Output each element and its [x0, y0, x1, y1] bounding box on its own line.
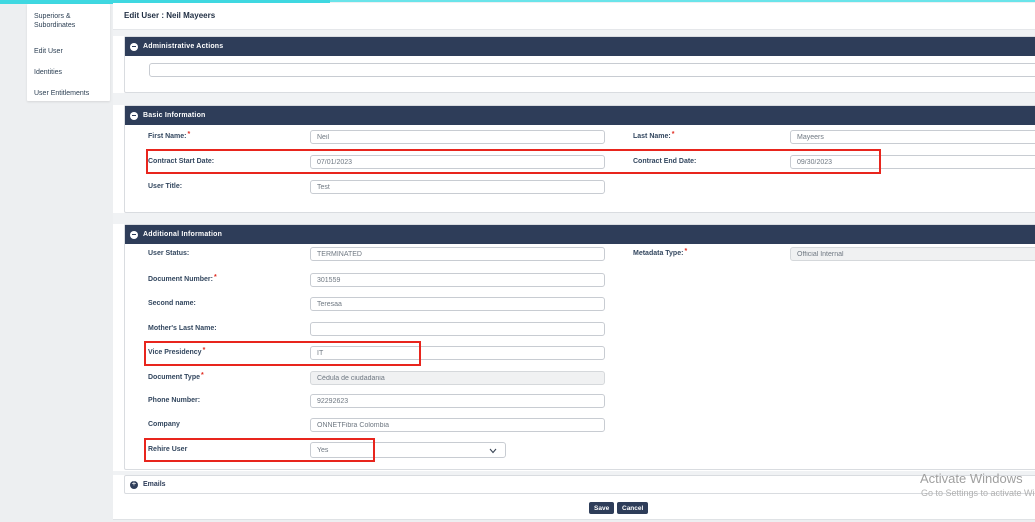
rehire-user-select[interactable]: Yes	[310, 442, 506, 458]
required-marker: *	[203, 347, 206, 354]
required-marker: *	[201, 372, 204, 379]
required-marker: *	[188, 131, 191, 138]
phone-number-label: Phone Number:	[148, 397, 200, 405]
administrative-actions-title: Administrative Actions	[143, 43, 223, 50]
sidebar-item-identities[interactable]: Identities	[34, 68, 102, 77]
contract-end-date-input[interactable]	[790, 155, 1035, 169]
document-number-label: Document Number:*	[148, 276, 217, 284]
metadata-type-input[interactable]	[790, 247, 1035, 261]
document-type-label: Document Type*	[148, 374, 204, 382]
additional-information-title: Additional Information	[143, 231, 222, 238]
emails-title: Emails	[143, 481, 166, 488]
metadata-type-label: Metadata Type:*	[633, 250, 687, 258]
required-marker: *	[684, 248, 687, 255]
rehire-user-label: Rehire User	[148, 446, 187, 454]
collapse-icon	[130, 112, 138, 120]
page-title: Edit User : Neil Mayeers	[124, 11, 215, 20]
second-name-label: Second name:	[148, 300, 196, 308]
sidebar: Superiors & Subordinates Edit User Ident…	[27, 4, 110, 101]
vice-presidency-label: Vice Presidency*	[148, 349, 205, 357]
cancel-button[interactable]: Cancel	[617, 502, 648, 514]
second-name-input[interactable]	[310, 297, 605, 311]
user-title-label: User Title:	[148, 183, 182, 191]
last-name-label: Last Name:*	[633, 133, 674, 141]
document-number-input[interactable]	[310, 273, 605, 287]
sidebar-item-edit-user[interactable]: Edit User	[34, 47, 102, 56]
basic-information-title: Basic Information	[143, 112, 206, 119]
section-gap	[113, 93, 1035, 105]
mothers-last-name-label: Mother's Last Name:	[148, 325, 217, 333]
section-gap	[113, 213, 1035, 224]
required-marker: *	[672, 131, 675, 138]
emails-section-header[interactable]: Emails	[124, 475, 1035, 494]
collapse-icon	[130, 231, 138, 239]
administrative-action-input[interactable]	[149, 63, 1035, 77]
mothers-last-name-input[interactable]	[310, 322, 605, 336]
company-label: Company	[148, 421, 180, 429]
contract-start-date-label: Contract Start Date:	[148, 158, 214, 166]
basic-information-header[interactable]: Basic Information	[125, 106, 1035, 125]
required-marker: *	[214, 274, 217, 281]
contract-end-date-label: Contract End Date:	[633, 158, 696, 166]
administrative-actions-header[interactable]: Administrative Actions	[125, 37, 1035, 56]
document-type-input[interactable]	[310, 371, 605, 385]
expand-icon	[130, 481, 138, 489]
user-title-input[interactable]	[310, 180, 605, 194]
first-name-label: First Name:*	[148, 133, 190, 141]
chevron-down-icon	[489, 448, 497, 456]
company-input[interactable]	[310, 418, 605, 432]
save-button[interactable]: Save	[589, 502, 614, 514]
user-status-input[interactable]	[310, 247, 605, 261]
contract-start-date-input[interactable]	[310, 155, 605, 169]
first-name-input[interactable]	[310, 130, 605, 144]
user-status-label: User Status:	[148, 250, 189, 258]
additional-information-header[interactable]: Additional Information	[125, 225, 1035, 244]
vice-presidency-input[interactable]	[310, 346, 605, 360]
collapse-icon	[130, 43, 138, 51]
rehire-user-selected-value: Yes	[317, 447, 328, 454]
sidebar-item-superiors-subordinates[interactable]: Superiors & Subordinates	[34, 12, 102, 30]
sidebar-item-user-entitlements[interactable]: User Entitlements	[34, 89, 102, 98]
phone-number-input[interactable]	[310, 394, 605, 408]
administrative-actions-section: Administrative Actions	[124, 36, 1035, 93]
last-name-input[interactable]	[790, 130, 1035, 144]
